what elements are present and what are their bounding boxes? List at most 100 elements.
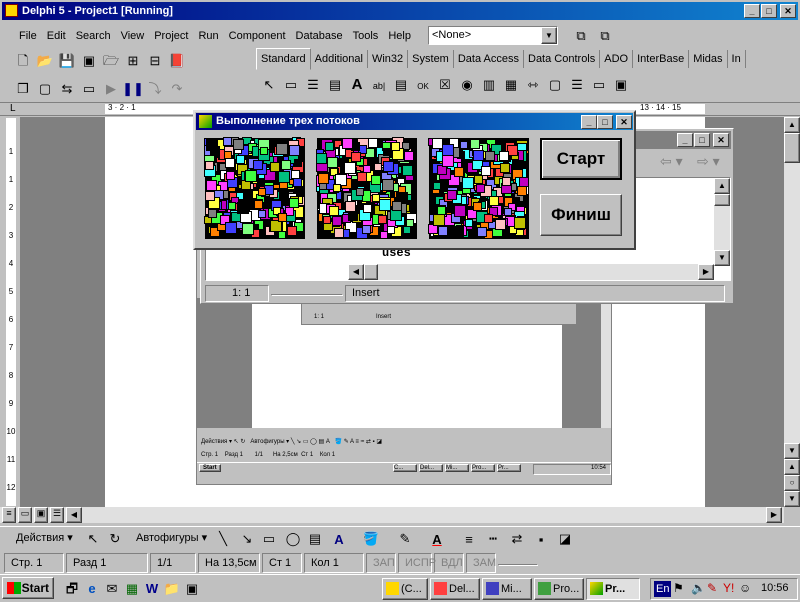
radiogroup-icon[interactable]: ☰ (566, 74, 588, 96)
prev-page-icon[interactable]: ▲ (784, 459, 800, 475)
actionlist-icon[interactable]: ▣ (610, 74, 632, 96)
tab-system[interactable]: System (408, 50, 454, 68)
threads-minimize-icon[interactable]: _ (581, 115, 597, 129)
toggle-form-icon[interactable]: ⇆ (56, 78, 78, 100)
editor-scroll-down-icon[interactable]: ▼ (714, 250, 730, 266)
menu-search[interactable]: Search (71, 26, 116, 46)
start-button[interactable]: Старт (540, 138, 622, 180)
status-rec[interactable]: ЗАП (366, 553, 396, 573)
finish-button[interactable]: Финиш (540, 194, 622, 236)
tab-data-controls[interactable]: Data Controls (524, 50, 601, 68)
shadow-icon[interactable]: ▪ (530, 528, 552, 550)
minimize-icon[interactable]: _ (744, 4, 760, 18)
tab-ado[interactable]: ADO (600, 50, 634, 68)
menu-run[interactable]: Run (193, 26, 223, 46)
run-icon[interactable]: ▶ (100, 78, 122, 100)
actions-menu[interactable]: Действия ▾ (16, 531, 73, 544)
menu-database[interactable]: Database (291, 26, 348, 46)
editor-maximize-icon[interactable]: □ (694, 133, 710, 147)
editor-scroll-thumb[interactable] (714, 194, 730, 206)
editor-minimize-icon[interactable]: _ (677, 133, 693, 147)
task-button-5[interactable]: Pr... (586, 578, 640, 600)
tray-app-icon-4[interactable]: ☺ (739, 581, 751, 595)
scroll-right-icon[interactable]: ▶ (766, 507, 782, 523)
menu-view[interactable]: View (116, 26, 150, 46)
next-page-icon[interactable]: ▼ (784, 491, 800, 507)
scroll-thumb[interactable] (784, 133, 800, 163)
scroll-down-icon[interactable]: ▼ (784, 443, 800, 459)
status-ext[interactable]: ВДЛ (434, 553, 464, 573)
maximize-icon[interactable]: □ (761, 4, 777, 18)
window-list-icon[interactable]: ⧉ (570, 25, 592, 47)
tray-app-icon-2[interactable]: ✎ (707, 581, 717, 595)
tab-additional[interactable]: Additional (311, 50, 368, 68)
status-ovr[interactable]: ЗАМ (466, 553, 496, 573)
remove-file-icon[interactable]: ⊟ (144, 50, 166, 72)
normal-view-icon[interactable]: ≡ (2, 507, 16, 523)
menu-project[interactable]: Project (149, 26, 193, 46)
page-view-icon[interactable]: ▣ (34, 507, 48, 523)
font-color-icon[interactable]: A (426, 528, 448, 550)
fill-color-icon[interactable]: 🪣 (360, 528, 382, 550)
tray-app-icon-1[interactable]: ⚑ (673, 581, 684, 595)
editor-hscrollbar[interactable]: ◀ ▶ (348, 264, 714, 280)
photoshop-icon[interactable]: ▣ (182, 580, 202, 598)
listbox-icon[interactable]: ▥ (478, 74, 500, 96)
editor-close-icon[interactable]: ✕ (713, 133, 729, 147)
dash-style-icon[interactable]: ┅ (482, 528, 504, 550)
new-window-icon[interactable]: ⧉ (594, 25, 616, 47)
new-icon[interactable]: 🗋 (12, 52, 34, 74)
popupmenu-icon[interactable]: ▤ (324, 74, 346, 96)
groupbox-icon[interactable]: ▢ (544, 74, 566, 96)
radiobutton-icon[interactable]: ◉ (456, 74, 478, 96)
task-button-4[interactable]: Pro... (534, 578, 584, 600)
view-form-icon[interactable]: ▢ (34, 78, 56, 100)
label-icon[interactable]: A (346, 73, 368, 95)
save-icon[interactable]: 💾 (56, 50, 78, 72)
select-browse-icon[interactable]: ○ (784, 475, 800, 491)
horizontal-scrollbar[interactable]: ≡ ▭ ▣ ☰ ◀ ▶ (0, 507, 784, 523)
vertical-scrollbar[interactable]: ▲ ▼ ▲ ○ ▼ (784, 117, 800, 507)
frames-icon[interactable]: ▭ (280, 74, 302, 96)
free-rotate-icon[interactable]: ↻ (104, 528, 126, 550)
editor-scroll-right-icon[interactable]: ▶ (698, 264, 714, 280)
tab-more[interactable]: In (728, 50, 746, 68)
open-project-icon[interactable]: 🗁 (100, 52, 122, 74)
arrow-icon[interactable]: ↘ (236, 528, 258, 550)
tab-standard[interactable]: Standard (256, 48, 311, 70)
add-file-icon[interactable]: ⊞ (122, 50, 144, 72)
config-combo[interactable]: <None> ▼ (428, 26, 558, 45)
ruler-corner-icon[interactable]: L (10, 103, 16, 114)
save-all-icon[interactable]: ▣ (78, 50, 100, 72)
combobox-icon[interactable]: ▦ (500, 74, 522, 96)
rectangle-icon[interactable]: ▭ (258, 528, 280, 550)
checkbox-icon[interactable]: ☒ (434, 74, 456, 96)
chevron-down-icon[interactable]: ▼ (541, 27, 557, 44)
editor-hscroll-thumb[interactable] (364, 264, 378, 280)
view-unit-icon[interactable]: ❐ (12, 78, 34, 100)
language-indicator[interactable]: En (654, 581, 672, 597)
textbox-icon[interactable]: ▤ (304, 528, 326, 550)
task-button-2[interactable]: Del... (430, 578, 480, 600)
oval-icon[interactable]: ◯ (282, 528, 304, 550)
panel-icon[interactable]: ▭ (588, 74, 610, 96)
step-over-icon[interactable]: ↷ (166, 78, 188, 100)
line-icon[interactable]: ╲ (212, 528, 234, 550)
wordart-icon[interactable]: A (328, 528, 350, 550)
menu-file[interactable]: File (14, 26, 42, 46)
word-quick-icon[interactable]: W (142, 579, 162, 597)
editor-scroll-left-icon[interactable]: ◀ (348, 264, 364, 280)
tray-app-icon-3[interactable]: Y! (723, 581, 734, 595)
web-view-icon[interactable]: ▭ (18, 507, 32, 523)
button-icon[interactable]: OK (412, 75, 434, 97)
open-icon[interactable]: 📂 (34, 50, 56, 72)
threads-close-icon[interactable]: ✕ (616, 115, 632, 129)
editor-vscrollbar[interactable]: ▲ ▼ (714, 178, 730, 266)
back-arrow-icon[interactable]: ⇦ ▾ (660, 153, 683, 170)
scroll-left-icon[interactable]: ◀ (66, 507, 82, 523)
outlook-icon[interactable]: ✉ (102, 580, 122, 598)
arrow-style-icon[interactable]: ⇄ (506, 528, 528, 550)
forward-arrow-icon[interactable]: ⇨ ▾ (697, 153, 720, 170)
line-style-icon[interactable]: ≡ (458, 528, 480, 550)
trace-into-icon[interactable]: ⤵ (144, 76, 166, 98)
